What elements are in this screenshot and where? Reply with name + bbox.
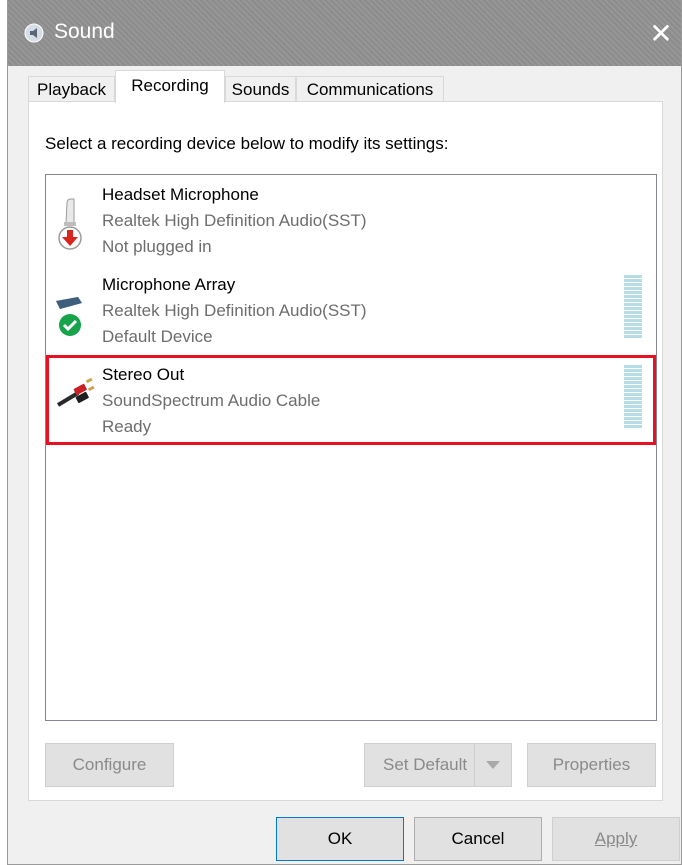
device-status: Ready [102,417,152,436]
recording-device-list[interactable]: Headset Microphone Realtek High Definiti… [45,174,657,721]
cancel-button[interactable]: Cancel [414,817,542,861]
sound-dialog: Sound ✕ Playback Recording Sounds Commun… [7,0,682,865]
ok-button[interactable]: OK [276,817,404,861]
unplugged-arrow-icon [58,226,82,250]
default-check-icon [59,314,81,336]
device-driver: Realtek High Definition Audio(SST) [102,301,367,320]
tab-recording[interactable]: Recording [115,70,225,103]
recording-panel: Select a recording device below to modif… [28,101,663,801]
rca-cable-icon [56,377,95,407]
tab-sounds[interactable]: Sounds [225,76,296,102]
device-microphone-array[interactable]: Microphone Array Realtek High Definition… [46,265,656,355]
device-status: Not plugged in [102,237,212,256]
level-meter [624,275,642,341]
device-status: Default Device [102,327,213,346]
device-name: Microphone Array [102,275,236,294]
device-name: Stereo Out [102,365,185,384]
device-driver: Realtek High Definition Audio(SST) [102,211,367,230]
microphone-array-icon [56,297,82,336]
properties-button[interactable]: Properties [527,743,656,787]
apply-button[interactable]: Apply [552,817,680,861]
headset-microphone-icon [58,198,82,250]
dropdown-arrow-icon[interactable] [474,744,511,786]
device-name: Headset Microphone [102,185,259,204]
title-bar[interactable]: Sound ✕ [8,0,681,66]
speaker-icon [24,23,44,43]
apply-label: Apply [594,829,638,848]
close-button[interactable]: ✕ [641,16,681,52]
level-meter [624,365,642,431]
device-headset-microphone[interactable]: Headset Microphone Realtek High Definiti… [46,175,656,265]
set-default-button[interactable]: Set Default [364,743,512,787]
tab-communications[interactable]: Communications [296,76,444,102]
configure-button[interactable]: Configure [45,743,174,787]
instruction-text: Select a recording device below to modif… [45,134,449,153]
tab-playback[interactable]: Playback [28,76,115,102]
window-title: Sound [54,20,115,43]
device-stereo-out[interactable]: Stereo Out SoundSpectrum Audio Cable Rea… [46,355,656,445]
set-default-label: Set Default [383,755,468,774]
device-driver: SoundSpectrum Audio Cable [102,391,321,410]
